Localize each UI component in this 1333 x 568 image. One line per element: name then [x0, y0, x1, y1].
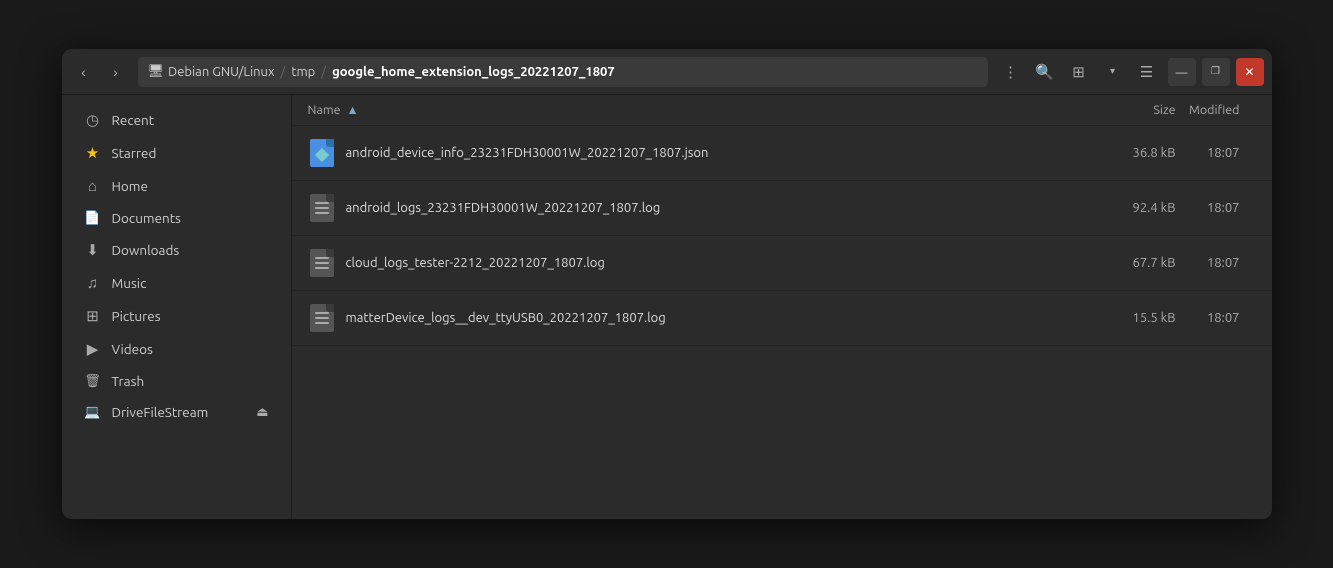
file-size: 15.5 kB — [1076, 311, 1176, 325]
sidebar-label-home: Home — [112, 178, 148, 194]
close-button[interactable]: ✕ — [1236, 58, 1264, 86]
file-icon-container — [308, 301, 336, 335]
sidebar-item-pictures[interactable]: ⊞ Pictures — [68, 300, 285, 332]
breadcrumb-current: google_home_extension_logs_20221207_1807 — [332, 65, 615, 79]
sidebar-item-home[interactable]: ⌂ Home — [68, 170, 285, 202]
back-button[interactable]: ‹ — [70, 58, 98, 86]
minimize-button[interactable]: — — [1168, 58, 1196, 86]
sidebar-item-downloads[interactable]: ⬇ Downloads — [68, 234, 285, 266]
titlebar-actions: ⋮ 🔍 ⊞ ▾ ☰ — ❐ ✕ — [996, 57, 1264, 87]
log-line-2 — [315, 317, 329, 319]
eject-icon[interactable]: ⏏ — [256, 405, 268, 420]
log-line-3 — [315, 212, 329, 214]
file-size: 92.4 kB — [1076, 201, 1176, 215]
log-line-1 — [315, 202, 329, 204]
sidebar-item-documents[interactable]: 📄 Documents — [68, 203, 285, 233]
trash-icon: 🗑 — [84, 374, 102, 389]
log-file-icon — [310, 194, 334, 222]
titlebar: ‹ › 🖥 Debian GNU/Linux / tmp / google_ho… — [62, 49, 1272, 95]
sort-arrow-icon: ▲ — [346, 103, 358, 117]
sidebar-label-pictures: Pictures — [112, 308, 161, 324]
music-icon: ♫ — [84, 274, 102, 292]
json-file-icon — [310, 139, 334, 167]
pictures-icon: ⊞ — [84, 307, 102, 325]
col-header-modified[interactable]: Modified — [1176, 103, 1256, 117]
view-list-button[interactable]: ☰ — [1132, 57, 1162, 87]
sidebar: ◷ Recent ★ Starred ⌂ Home 📄 Documents ⬇ … — [62, 95, 292, 519]
sidebar-item-videos[interactable]: ▶ Videos — [68, 333, 285, 365]
documents-icon: 📄 — [84, 211, 102, 226]
file-rows-container: android_device_info_23231FDH30001W_20221… — [292, 126, 1272, 346]
view-grid-button[interactable]: ⊞ — [1064, 57, 1094, 87]
breadcrumb-os-label: Debian GNU/Linux — [168, 65, 275, 79]
sidebar-label-recent: Recent — [112, 112, 155, 128]
file-icon-container — [308, 246, 336, 280]
file-manager-window: ‹ › 🖥 Debian GNU/Linux / tmp / google_ho… — [62, 49, 1272, 519]
file-icon-container — [308, 136, 336, 170]
sidebar-item-recent[interactable]: ◷ Recent — [68, 104, 285, 136]
sidebar-label-music: Music — [112, 275, 147, 291]
breadcrumb-os: 🖥 Debian GNU/Linux — [148, 64, 275, 79]
sidebar-item-drivefilestream[interactable]: 💻 DriveFileStream ⏏ — [68, 397, 285, 427]
os-icon: 🖥 — [148, 64, 165, 79]
file-size: 36.8 kB — [1076, 146, 1176, 160]
breadcrumb-sep2: / — [321, 65, 326, 79]
starred-icon: ★ — [84, 144, 102, 162]
more-button[interactable]: ⋮ — [996, 57, 1026, 87]
sidebar-label-videos: Videos — [112, 341, 153, 357]
sidebar-label-documents: Documents — [112, 210, 181, 226]
file-modified: 18:07 — [1176, 311, 1256, 325]
file-modified: 18:07 — [1176, 146, 1256, 160]
sidebar-label-trash: Trash — [112, 373, 145, 389]
search-button[interactable]: 🔍 — [1030, 57, 1060, 87]
table-row[interactable]: matterDevice_logs__dev_ttyUSB0_20221207_… — [292, 291, 1272, 346]
file-icon-container — [308, 191, 336, 225]
sidebar-label-downloads: Downloads — [112, 242, 180, 258]
main-content: ◷ Recent ★ Starred ⌂ Home 📄 Documents ⬇ … — [62, 95, 1272, 519]
file-name: matterDevice_logs__dev_ttyUSB0_20221207_… — [346, 311, 1076, 325]
videos-icon: ▶ — [84, 340, 102, 358]
file-name: cloud_logs_tester-2212_20221207_1807.log — [346, 256, 1076, 270]
forward-button[interactable]: › — [102, 58, 130, 86]
log-line-1 — [315, 257, 329, 259]
restore-button[interactable]: ❐ — [1202, 58, 1230, 86]
log-line-2 — [315, 207, 329, 209]
home-icon: ⌂ — [84, 177, 102, 195]
log-file-icon — [310, 249, 334, 277]
log-line-3 — [315, 267, 329, 269]
breadcrumb-sep1: / — [281, 65, 286, 79]
file-list: Name ▲ Size Modified android_device_info… — [292, 95, 1272, 519]
sidebar-label-drivefilestream: DriveFileStream — [112, 404, 209, 420]
json-icon-diamond — [314, 148, 328, 162]
sidebar-label-starred: Starred — [112, 145, 157, 161]
col-header-name[interactable]: Name ▲ — [308, 103, 1076, 117]
table-row[interactable]: cloud_logs_tester-2212_20221207_1807.log… — [292, 236, 1272, 291]
file-size: 67.7 kB — [1076, 256, 1176, 270]
log-line-1 — [315, 312, 329, 314]
file-name: android_logs_23231FDH30001W_20221207_180… — [346, 201, 1076, 215]
file-modified: 18:07 — [1176, 256, 1256, 270]
file-name: android_device_info_23231FDH30001W_20221… — [346, 146, 1076, 160]
drivefilestream-icon: 💻 — [84, 405, 102, 420]
col-header-size[interactable]: Size — [1076, 103, 1176, 117]
view-chevron-button[interactable]: ▾ — [1098, 57, 1128, 87]
filelist-header: Name ▲ Size Modified — [292, 95, 1272, 126]
table-row[interactable]: android_logs_23231FDH30001W_20221207_180… — [292, 181, 1272, 236]
sidebar-item-starred[interactable]: ★ Starred — [68, 137, 285, 169]
log-line-3 — [315, 322, 329, 324]
downloads-icon: ⬇ — [84, 241, 102, 259]
breadcrumb[interactable]: 🖥 Debian GNU/Linux / tmp / google_home_e… — [138, 57, 988, 87]
recent-icon: ◷ — [84, 111, 102, 129]
sidebar-item-trash[interactable]: 🗑 Trash — [68, 366, 285, 396]
breadcrumb-dir1[interactable]: tmp — [291, 65, 315, 79]
table-row[interactable]: android_device_info_23231FDH30001W_20221… — [292, 126, 1272, 181]
log-file-icon — [310, 304, 334, 332]
nav-buttons: ‹ › — [70, 58, 130, 86]
file-modified: 18:07 — [1176, 201, 1256, 215]
sidebar-item-music[interactable]: ♫ Music — [68, 267, 285, 299]
log-line-2 — [315, 262, 329, 264]
